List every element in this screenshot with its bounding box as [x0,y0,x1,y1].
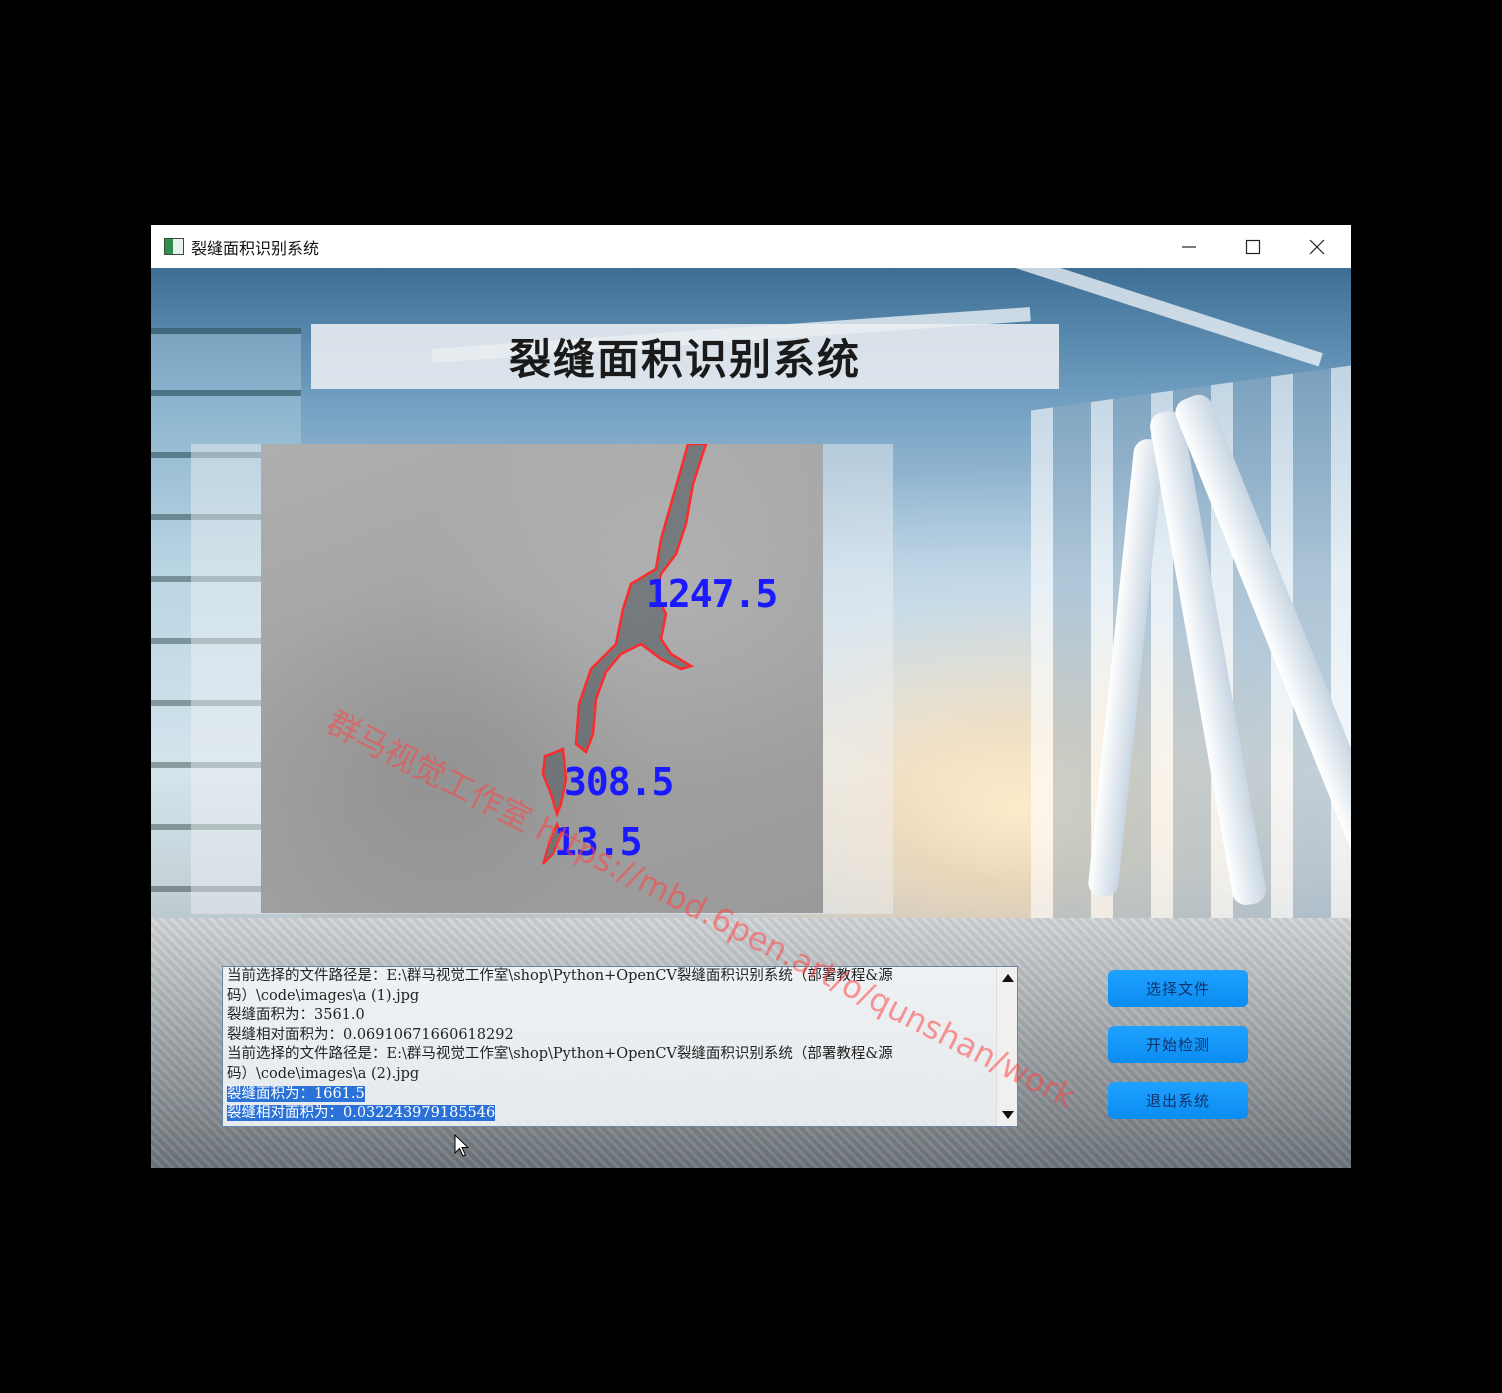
app-window: 裂缝面积识别系统 裂缝面积识别系统 1247.5 308.5 13.5 当前选择… [151,225,1351,1168]
title-bar[interactable]: 裂缝面积识别系统 [151,225,1351,269]
maximize-icon [1245,239,1261,255]
minimize-button[interactable] [1157,225,1221,268]
page-title: 裂缝面积识别系统 [508,335,861,384]
scroll-up-icon[interactable] [1002,974,1014,982]
exit-system-button[interactable]: 退出系统 [1108,1082,1248,1119]
area-label-2: 308.5 [564,760,674,804]
log-line: 码）\code\images\a (2).jpg [227,1065,420,1082]
select-file-button[interactable]: 选择文件 [1108,970,1248,1007]
selected-text: 裂缝相对面积为：0.032243979185546 [227,1105,496,1122]
app-icon [164,238,184,255]
log-line: 当前选择的文件路径是：E:\群马视觉工作室\shop\Python+OpenCV… [227,1046,893,1063]
start-detect-button[interactable]: 开始检测 [1108,1026,1248,1063]
mouse-cursor-icon [454,1134,470,1157]
close-icon [1309,239,1325,255]
log-line: 裂缝相对面积为：0.06910671660618292 [227,1026,514,1043]
window-title: 裂缝面积识别系统 [191,239,320,258]
scroll-down-icon[interactable] [1002,1111,1014,1119]
log-line-selected: 裂缝面积为：1661.5 [227,1085,997,1105]
selected-text: 裂缝面积为：1661.5 [227,1085,365,1102]
log-line-selected: 裂缝相对面积为：0.032243979185546 [227,1104,997,1124]
close-button[interactable] [1285,225,1349,268]
maximize-button[interactable] [1221,225,1285,268]
main-area: 裂缝面积识别系统 1247.5 308.5 13.5 当前选择的文件路径是：E:… [151,268,1351,1168]
minimize-icon [1182,246,1196,248]
heading-panel: 裂缝面积识别系统 [311,324,1059,389]
area-label-1: 1247.5 [646,572,778,616]
